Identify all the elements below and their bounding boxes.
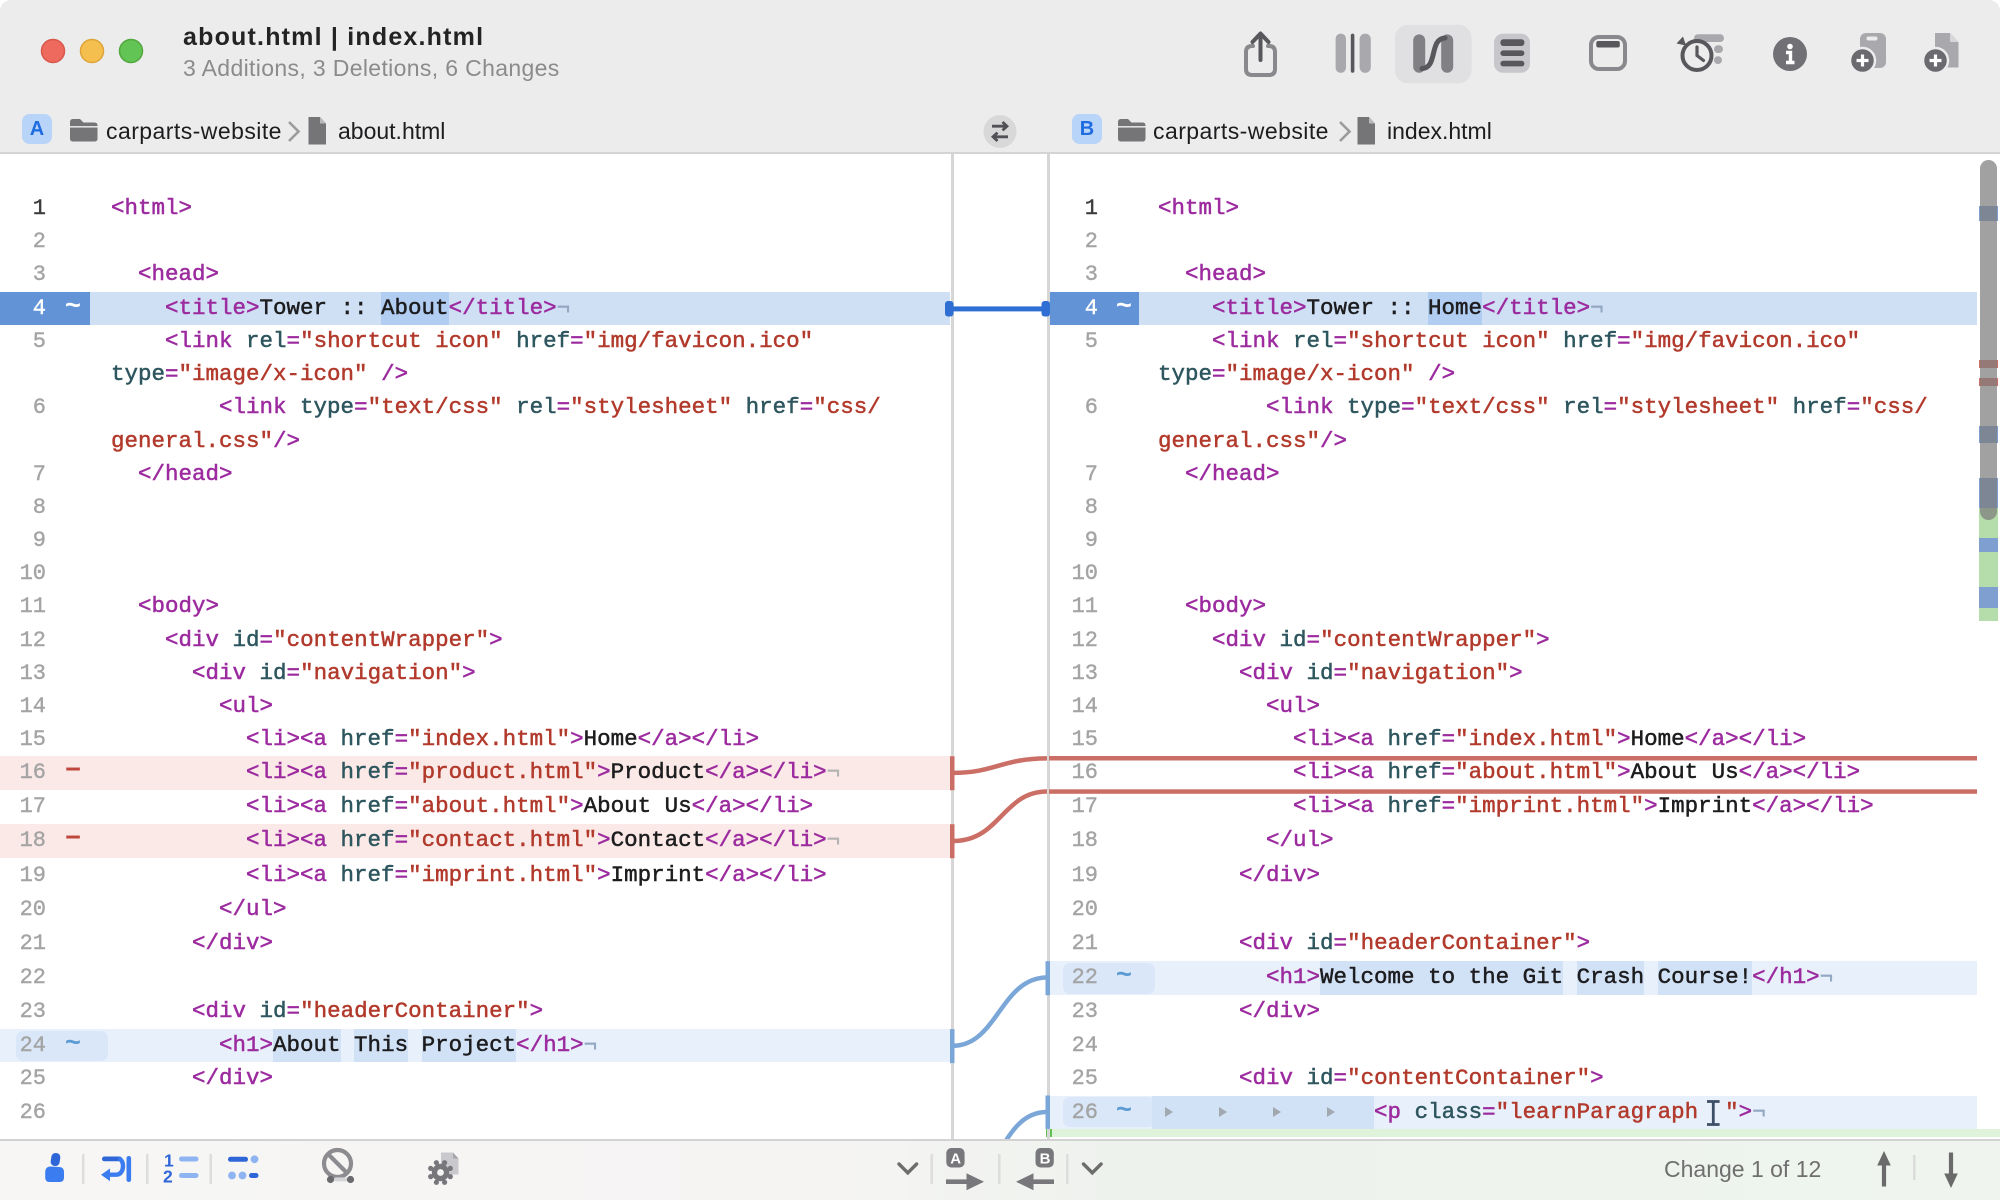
- svg-text:B: B: [1040, 1151, 1051, 1168]
- svg-text:2: 2: [163, 1167, 173, 1187]
- svg-text:A: A: [950, 1151, 961, 1168]
